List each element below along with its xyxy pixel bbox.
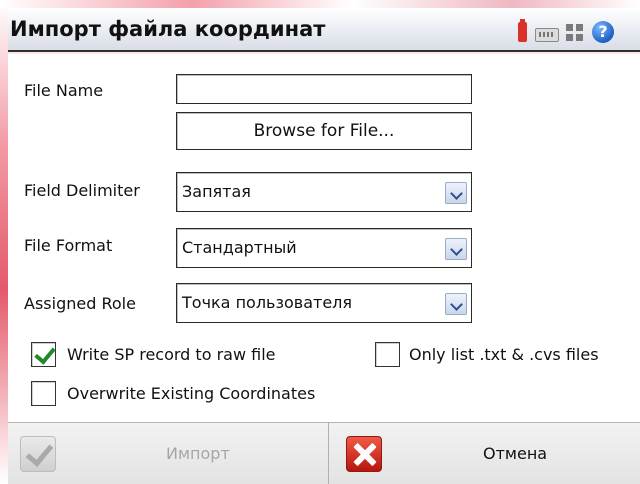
background-decoration (0, 0, 8, 484)
write-sp-record-checkbox[interactable] (31, 342, 56, 367)
dialog-body: File Name Browse for File... Field Delim… (8, 54, 640, 422)
cancel-button[interactable]: Отмена (329, 423, 640, 484)
title-bar: Импорт файла координат ? (8, 8, 640, 52)
checkmark-icon (20, 436, 56, 472)
help-icon[interactable]: ? (592, 21, 614, 43)
file-format-value: Стандартный (182, 238, 297, 257)
file-name-label: File Name (24, 81, 104, 100)
chevron-down-icon[interactable] (445, 182, 467, 204)
background-decoration (0, 0, 640, 8)
cancel-label: Отмена (483, 444, 548, 463)
assigned-role-label: Assigned Role (24, 294, 136, 313)
field-delimiter-label: Field Delimiter (24, 181, 140, 200)
apps-icon[interactable] (566, 24, 584, 42)
assigned-role-select[interactable]: Точка пользователя (176, 283, 472, 323)
import-label: Импорт (166, 444, 230, 463)
file-name-input[interactable] (176, 74, 472, 104)
browse-file-button[interactable]: Browse for File... (176, 112, 472, 150)
field-delimiter-select[interactable]: Запятая (176, 172, 472, 212)
only-list-txt-checkbox[interactable] (375, 342, 400, 367)
dialog-title: Импорт файла координат (10, 17, 326, 41)
battery-icon[interactable] (518, 19, 527, 42)
file-format-select[interactable]: Стандартный (176, 228, 472, 268)
assigned-role-value: Точка пользователя (182, 293, 353, 312)
chevron-down-icon[interactable] (445, 293, 467, 315)
chevron-down-icon[interactable] (445, 238, 467, 260)
write-sp-record-label[interactable]: Write SP record to raw file (67, 345, 275, 364)
keyboard-icon[interactable] (535, 28, 559, 42)
only-list-txt-label[interactable]: Only list .txt & .cvs files (409, 345, 599, 364)
file-format-label: File Format (24, 236, 113, 255)
screen: Импорт файла координат ? File Name Brows… (0, 0, 640, 484)
bottom-bar: Импорт Отмена (8, 422, 640, 484)
close-icon (346, 436, 382, 472)
overwrite-existing-label[interactable]: Overwrite Existing Coordinates (67, 384, 315, 403)
import-button[interactable]: Импорт (8, 423, 328, 484)
overwrite-existing-checkbox[interactable] (31, 381, 56, 406)
field-delimiter-value: Запятая (182, 182, 251, 201)
